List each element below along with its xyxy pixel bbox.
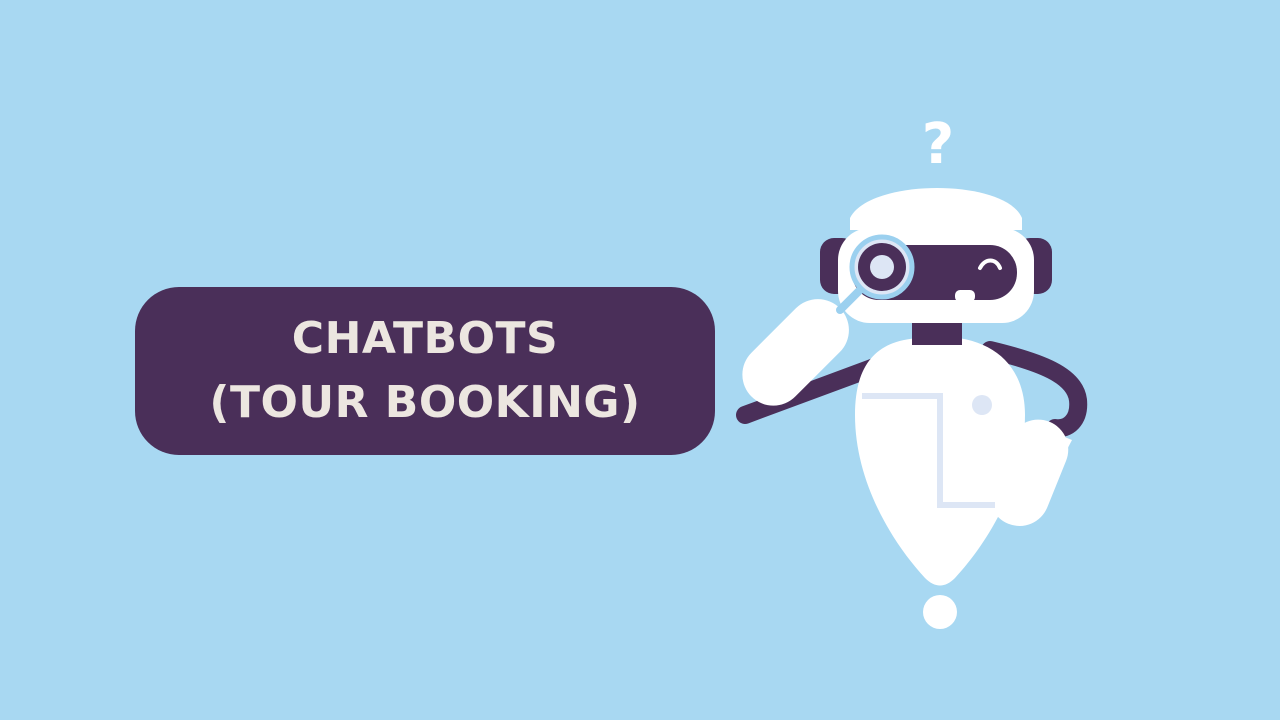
question-mark: ?: [922, 112, 954, 177]
robot-base-dot: [923, 595, 957, 629]
robot-illustration: ?: [736, 112, 1088, 629]
robot-body: [855, 336, 1025, 586]
mouth: [955, 290, 975, 302]
chest-button: [972, 395, 992, 415]
